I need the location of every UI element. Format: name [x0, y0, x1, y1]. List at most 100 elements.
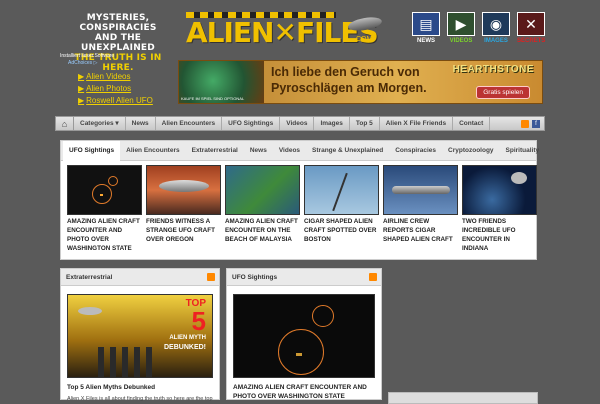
featured-list: AMAZING ALIEN CRAFT ENCOUNTER AND PHOTO … [61, 161, 537, 257]
news-label: NEWS [417, 38, 435, 44]
alien-silhouettes [98, 347, 158, 377]
ufo-light [296, 353, 302, 356]
featured-title[interactable]: TWO FRIENDS INCREDIBLE UFO ENCOUNTER IN … [462, 217, 537, 253]
sidebar-area [388, 268, 538, 392]
video-player-icon: ▶ [447, 12, 475, 36]
featured-item[interactable]: FRIENDS WITNESS A STRANGE UFO CRAFT OVER… [146, 165, 221, 253]
adchoices-link[interactable]: AdChoices ▷ [68, 60, 114, 67]
featured-title[interactable]: FRIENDS WITNESS A STRANGE UFO CRAFT OVER… [146, 217, 221, 244]
post-title[interactable]: Top 5 Alien Myths Debunked [67, 383, 213, 392]
post-image[interactable]: TOP 5 ALIEN MYTH DEBUNKED! [67, 294, 213, 378]
nav-item-alien-x-file-friends[interactable]: Alien X File Friends [380, 117, 454, 130]
featured-item[interactable]: AMAZING ALIEN CRAFT ENCOUNTER AND PHOTO … [67, 165, 142, 253]
tagline-line-2: AND THE UNEXPLAINED [81, 33, 155, 53]
overlay-number: 5 [191, 306, 206, 336]
secret-file-icon: ✕ [517, 12, 545, 36]
column-heading: UFO Sightings [227, 269, 381, 286]
ufo-icon [78, 307, 102, 315]
secrets-label: SECRETS [517, 38, 546, 44]
post-title[interactable]: AMAZING ALIEN CRAFT ENCOUNTER AND PHOTO … [233, 383, 375, 401]
home-icon[interactable]: ⌂ [56, 117, 74, 130]
nav-item-images[interactable]: Images [314, 117, 350, 130]
tab-ufo-sightings[interactable]: UFO Sightings [63, 140, 121, 161]
banner-line-1: Ich liebe den Geruch von [271, 65, 420, 79]
ad-link-label: Alien Videos [86, 72, 131, 81]
tab-extraterrestrial[interactable]: Extraterrestrial [186, 141, 244, 161]
rss-icon[interactable] [207, 273, 215, 281]
newspaper-icon: ▤ [412, 12, 440, 36]
ad-link[interactable]: ▶ Alien Videos [78, 71, 153, 83]
ad-link[interactable]: ▶ Alien Photos [78, 83, 153, 95]
camera-icon: ◉ [482, 12, 510, 36]
banner-line-2: Pyroschlägen am Morgen. [271, 81, 427, 95]
tab-strange-unexplained[interactable]: Strange & Unexplained [306, 141, 389, 161]
post-excerpt: Alien X Files is all about finding the t… [67, 396, 213, 402]
site-logo[interactable]: ALIEN✕FILES .COM [186, 12, 384, 48]
featured-item[interactable]: AIRLINE CREW REPORTS CIGAR SHAPED ALIEN … [383, 165, 458, 253]
tab-alien-encounters[interactable]: Alien Encounters [120, 141, 185, 161]
sidebar-widget-heading [388, 392, 538, 404]
column-heading-label: Extraterrestrial [66, 274, 113, 281]
featured-image [304, 165, 379, 215]
overlay-subtitle-1: ALIEN MYTH [169, 335, 206, 341]
overlay-subtitle-2: DEBUNKED! [164, 344, 206, 351]
nav-item-news[interactable]: News [126, 117, 156, 130]
featured-title[interactable]: AMAZING ALIEN CRAFT ENCOUNTER ON THE BEA… [225, 217, 300, 244]
ad-link[interactable]: ▶ Roswell Alien UFO [78, 95, 153, 107]
videos-label: VIDEOS [449, 38, 473, 44]
ad-provider-text: Installiert lieser.Software [60, 53, 115, 59]
featured-item[interactable]: CIGAR SHAPED ALIEN CRAFT SPOTTED OVER BO… [304, 165, 379, 253]
rss-icon[interactable] [521, 119, 529, 128]
tagline-line-1: MYSTERIES, CONSPIRACIES [79, 13, 157, 33]
tab-spirituality[interactable]: Spirituality [500, 141, 546, 161]
highlight-circle [312, 305, 334, 327]
ad-banner[interactable]: Ich liebe den Geruch von Pyroschlägen am… [178, 60, 543, 104]
featured-item[interactable]: AMAZING ALIEN CRAFT ENCOUNTER ON THE BEA… [225, 165, 300, 253]
banner-brand-logo: HEARTHSTONE [452, 64, 534, 75]
nav-item-alien-encounters[interactable]: Alien Encounters [156, 117, 223, 130]
featured-image [383, 165, 458, 215]
highlight-circle [278, 329, 324, 375]
category-column: Extraterrestrial TOP 5 ALIEN MYTH DEBUNK… [60, 268, 220, 402]
nav-item-top-5[interactable]: Top 5 [350, 117, 380, 130]
nav-item-videos[interactable]: Videos [280, 117, 315, 130]
nav-item-categories[interactable]: Categories ▾ [74, 117, 126, 130]
column-heading: Extraterrestrial [61, 269, 219, 286]
nav-item-ufo-sightings[interactable]: UFO Sightings [222, 117, 281, 130]
featured-image [225, 165, 300, 215]
featured-panel: UFO Sightings Alien Encounters Extraterr… [60, 140, 539, 260]
featured-title[interactable]: AMAZING ALIEN CRAFT ENCOUNTER AND PHOTO … [67, 217, 142, 253]
rss-icon[interactable] [369, 273, 377, 281]
banner-disclaimer: KAUFE IM SPIEL SIND OPTIONAL [181, 96, 245, 101]
videos-link[interactable]: ▶ VIDEOS [447, 12, 475, 44]
post-image[interactable] [233, 294, 375, 378]
social-icons: f [521, 119, 544, 128]
news-link[interactable]: ▤ NEWS [412, 12, 440, 44]
featured-title[interactable]: AIRLINE CREW REPORTS CIGAR SHAPED ALIEN … [383, 217, 458, 244]
ad-link-label: Roswell Alien UFO [86, 96, 153, 105]
main-nav: ⌂ Categories ▾ News Alien Encounters UFO… [55, 116, 545, 131]
ad-provider: Installiert lieser.Software AdChoices ▷ [60, 53, 114, 67]
featured-title[interactable]: CIGAR SHAPED ALIEN CRAFT SPOTTED OVER BO… [304, 217, 379, 244]
images-label: IMAGES [484, 38, 508, 44]
category-column: UFO Sightings AMAZING ALIEN CRAFT ENCOUN… [226, 268, 382, 400]
featured-item[interactable]: TWO FRIENDS INCREDIBLE UFO ENCOUNTER IN … [462, 165, 537, 253]
facebook-icon[interactable]: f [532, 119, 540, 128]
logo-suffix: .COM [354, 36, 373, 43]
featured-image [67, 165, 142, 215]
ad-links: ▶ Alien Videos ▶ Alien Photos ▶ Roswell Ali… [78, 71, 153, 107]
column-heading-label: UFO Sightings [232, 274, 278, 281]
tab-cryptozoology[interactable]: Cryptozoology [442, 141, 500, 161]
featured-tabs: UFO Sightings Alien Encounters Extraterr… [61, 140, 539, 161]
tab-news[interactable]: News [244, 141, 273, 161]
banner-play-button[interactable]: Gratis spielen [476, 86, 530, 99]
tab-videos[interactable]: Videos [273, 141, 306, 161]
tab-conspiracies[interactable]: Conspiracies [389, 141, 442, 161]
nav-item-contact[interactable]: Contact [453, 117, 491, 130]
ad-link-label: Alien Photos [86, 84, 132, 93]
banner-text: Ich liebe den Geruch von Pyroschlägen am… [271, 64, 427, 96]
featured-image [462, 165, 537, 215]
images-link[interactable]: ◉ IMAGES [482, 12, 510, 44]
image-overlay-text: TOP 5 ALIEN MYTH DEBUNKED! [164, 299, 206, 353]
secrets-link[interactable]: ✕ SECRETS [517, 12, 545, 44]
